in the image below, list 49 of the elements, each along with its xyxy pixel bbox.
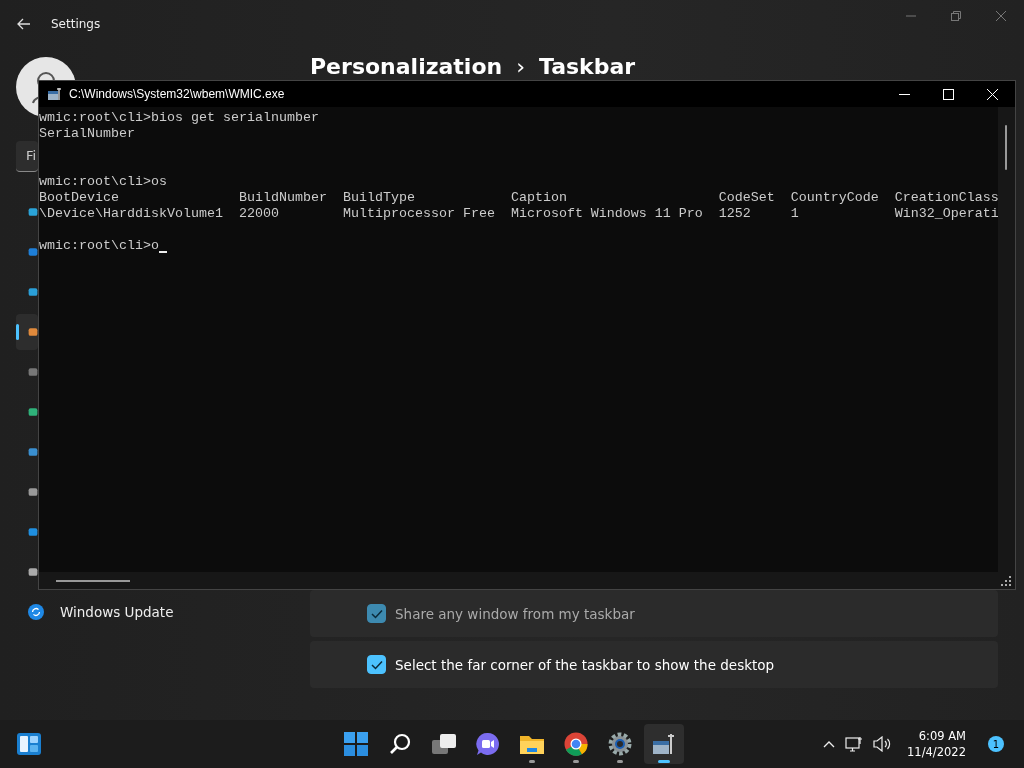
restore-icon[interactable] xyxy=(951,11,961,21)
start-icon xyxy=(344,732,368,756)
running-indicator xyxy=(573,760,579,763)
chevron-up-icon[interactable] xyxy=(823,740,836,748)
option-label: Select the far corner of the taskbar to show the desktop xyxy=(395,656,775,673)
volume-icon[interactable] xyxy=(873,736,892,752)
window-title: C:\Windows\System32\wbem\WMIC.exe xyxy=(69,87,285,101)
widgets-icon[interactable] xyxy=(17,733,41,755)
selection-indicator xyxy=(16,324,19,340)
taskbar-button[interactable] xyxy=(644,724,684,764)
console-line: wmic:root\cli>bios get serialnumber xyxy=(39,110,319,126)
task-view-icon xyxy=(431,733,457,755)
resize-grip-icon[interactable] xyxy=(1001,575,1011,586)
check-icon xyxy=(370,608,383,619)
breadcrumb-item: Taskbar xyxy=(539,54,636,79)
console-line: SerialNumber xyxy=(39,126,135,142)
option-label: Share any window from my taskbar xyxy=(395,605,635,622)
running-indicator xyxy=(658,760,670,763)
search-icon xyxy=(389,733,411,755)
folder-icon xyxy=(519,733,545,755)
console-app-icon xyxy=(47,86,63,102)
back-icon[interactable] xyxy=(17,18,31,30)
network-icon[interactable] xyxy=(845,736,864,752)
sidebar-label: Windows Update xyxy=(60,604,174,620)
browser-icon xyxy=(564,732,588,756)
sidebar-item[interactable] xyxy=(16,314,38,350)
text-cursor xyxy=(159,250,167,253)
maximize-icon[interactable] xyxy=(943,88,954,100)
notification-badge[interactable]: 1 xyxy=(988,736,1004,752)
check-icon xyxy=(370,659,383,670)
console-line: BootDevice BuildNumber BuildType Caption CodeSet CountryCode CreationClass xyxy=(39,190,998,206)
sidebar-item[interactable]: Windows Update xyxy=(16,594,286,630)
scrollbar[interactable] xyxy=(998,107,1015,572)
clock-date[interactable]: 11/4/2022 xyxy=(907,744,966,760)
clock-time[interactable]: 6:09 AM xyxy=(918,728,966,744)
refresh-icon xyxy=(28,604,44,620)
window-title: Settings xyxy=(51,17,101,31)
console-line: wmic:root\cli>os xyxy=(39,174,167,190)
gear-icon xyxy=(608,732,632,756)
checkbox[interactable] xyxy=(367,655,386,674)
running-indicator xyxy=(529,760,535,763)
chat-icon xyxy=(476,732,500,756)
console-app-icon xyxy=(652,732,676,756)
breadcrumb-separator: › xyxy=(516,54,525,79)
search-field[interactable]: Fi xyxy=(16,141,38,172)
breadcrumb-item[interactable]: Personalization xyxy=(310,54,503,79)
running-indicator xyxy=(617,760,623,763)
console-line: wmic:root\cli>o xyxy=(39,238,159,254)
console-line: \Device\HarddiskVolume1 22000 Multiprocessor Free Microsoft Windows 11 Pro 1252 1 Win32_Operati xyxy=(39,206,998,222)
